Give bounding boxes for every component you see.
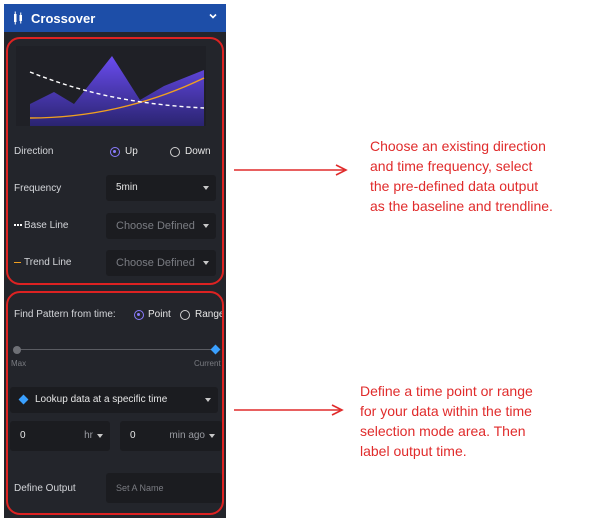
panel-title: Crossover xyxy=(31,11,96,26)
time-selection-highlight xyxy=(6,291,224,515)
annotation-arrow-bottom xyxy=(234,404,344,416)
annotation-top-line: as the baseline and trendline. xyxy=(370,198,553,214)
chevron-down-icon[interactable] xyxy=(208,11,218,21)
annotation-top-line: Choose an existing direction xyxy=(370,138,546,154)
annotation-top: Choose an existing direction and time fr… xyxy=(370,136,590,216)
panel-header[interactable]: Crossover xyxy=(4,4,226,32)
candlestick-icon xyxy=(14,11,22,25)
annotation-bottom-line: Define a time point or range xyxy=(360,383,533,399)
annotation-top-line: and time frequency, select xyxy=(370,158,533,174)
annotation-top-line: the pre-defined data output xyxy=(370,178,539,194)
annotation-arrow-top xyxy=(234,164,348,176)
direction-config-highlight xyxy=(6,37,224,285)
annotation-bottom: Define a time point or range for your da… xyxy=(360,381,585,461)
annotation-bottom-line: selection mode area. Then xyxy=(360,423,526,439)
annotation-bottom-line: for your data within the time xyxy=(360,403,532,419)
annotation-bottom-line: label output time. xyxy=(360,443,467,459)
